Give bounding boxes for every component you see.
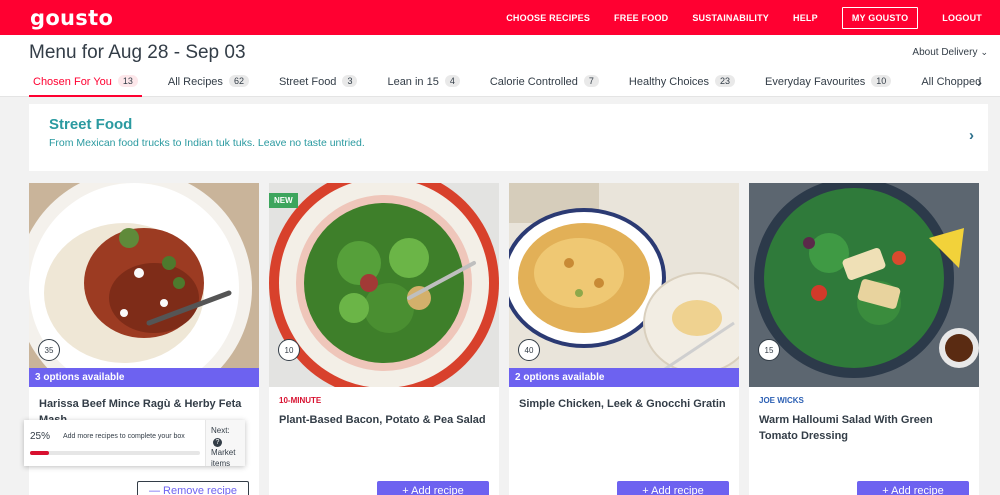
progress-fill [30,451,50,455]
banner-title: Street Food [49,116,133,133]
cook-time-icon: 35 [38,339,60,361]
tab-count-badge: 4 [444,75,460,87]
tab-count-badge: 10 [871,75,892,87]
recipe-tag: JOE WICKS [759,396,804,405]
new-badge: NEW [269,193,298,208]
page-title: Menu for Aug 28 - Sep 03 [29,42,246,63]
tab-count-badge: 13 [117,75,138,87]
recipe-image[interactable]: NEW 10 [269,183,499,387]
chevron-down-icon: ⌄ [980,47,988,57]
recipe-image[interactable]: 15 [749,183,979,387]
next-label: Next: [211,426,230,435]
minus-icon: — [148,485,164,495]
box-progress-widget[interactable]: 25% Add more recipes to complete your bo… [24,420,245,468]
tab-healthy-choices[interactable]: Healthy Choices 23 [625,73,739,97]
add-recipe-button[interactable]: + Add recipe [857,481,969,495]
tab-label: Chosen For You [33,76,112,88]
progress-percent: 25% [30,431,51,442]
tab-lean-in-15[interactable]: Lean in 15 4 [383,73,463,97]
nav-choose-recipes[interactable]: CHOOSE RECIPES [506,13,590,23]
next-market-items-button[interactable]: Next:? Market items [205,420,245,468]
recipe-image[interactable]: 35 3 options available [29,183,259,387]
recipe-title[interactable]: Simple Chicken, Leek & Gnocchi Gratin [519,396,731,412]
add-recipe-button[interactable]: + Add recipe [617,481,729,495]
top-nav: gousto CHOOSE RECIPES FREE FOOD SUSTAINA… [0,0,1000,35]
recipe-card[interactable]: NEW 10 10-MINUTE Plant-Based Bacon, Pota… [269,183,499,495]
tab-count-badge: 7 [583,75,599,87]
street-food-banner[interactable]: Street Food From Mexican food trucks to … [29,104,988,171]
remove-recipe-button[interactable]: — Remove recipe [137,481,249,495]
add-recipe-label: Add recipe [411,485,464,495]
gousto-logo[interactable]: gousto [30,6,113,30]
tab-street-food[interactable]: Street Food 3 [275,73,362,97]
tab-label: Everyday Favourites [765,76,866,88]
plus-icon: + [402,485,412,495]
tab-label: Calorie Controlled [489,76,578,88]
tab-label: Healthy Choices [628,76,710,88]
tabs-scroll-right-icon[interactable]: › [977,74,982,90]
banner-subtitle: From Mexican food trucks to Indian tuk t… [49,137,365,149]
category-tabs: Chosen For You 13 All Recipes 62 Street … [29,73,985,97]
recipe-title[interactable]: Plant-Based Bacon, Potato & Pea Salad [279,412,491,428]
tab-chosen-for-you[interactable]: Chosen For You 13 [29,73,142,97]
recipe-card[interactable]: 40 2 options available Simple Chicken, L… [509,183,739,495]
menu-header: Menu for Aug 28 - Sep 03 About Delivery ⌄… [0,35,1000,97]
cook-time-icon: 15 [758,339,780,361]
options-available-bar[interactable]: 3 options available [29,368,259,387]
recipe-tag: 10-MINUTE [279,396,322,405]
tab-all-recipes[interactable]: All Recipes 62 [164,73,253,97]
progress-message: Add more recipes to complete your box [63,433,185,440]
tab-count-badge: 3 [342,75,358,87]
cook-time-icon: 10 [278,339,300,361]
logout-link[interactable]: LOGOUT [942,13,982,23]
help-icon[interactable]: ? [213,438,222,447]
remove-recipe-label: Remove recipe [163,485,238,495]
options-available-bar[interactable]: 2 options available [509,368,739,387]
cook-time-icon: 40 [518,339,540,361]
nav-sustainability[interactable]: SUSTAINABILITY [692,13,769,23]
add-recipe-button[interactable]: + Add recipe [377,481,489,495]
my-gousto-button[interactable]: MY GOUSTO [841,6,919,29]
tab-label: Lean in 15 [387,76,439,88]
tab-label: All Recipes [167,76,223,88]
add-recipe-label: Add recipe [891,485,944,495]
progress-track [30,451,200,455]
about-delivery-label: About Delivery [912,47,978,58]
plus-icon: + [882,485,892,495]
nav-help[interactable]: HELP [793,13,818,23]
recipe-title[interactable]: Warm Halloumi Salad With Green Tomato Dr… [759,412,971,444]
next-text: Market items [211,448,236,468]
about-delivery-dropdown[interactable]: About Delivery ⌄ [912,47,988,58]
nav-free-food[interactable]: FREE FOOD [614,13,668,23]
tab-calorie-controlled[interactable]: Calorie Controlled 7 [486,73,603,97]
tab-count-badge: 23 [715,75,736,87]
add-recipe-label: Add recipe [651,485,704,495]
tab-count-badge: 62 [228,75,249,87]
nav-links: CHOOSE RECIPES FREE FOOD SUSTAINABILITY … [482,0,982,35]
plus-icon: + [642,485,652,495]
tab-label: Street Food [278,76,337,88]
tab-all-chopped[interactable]: All Chopped [917,73,985,97]
recipe-card[interactable]: 15 JOE WICKS Warm Halloumi Salad With Gr… [749,183,979,495]
tab-everyday-favourites[interactable]: Everyday Favourites 10 [761,73,895,97]
tab-label: All Chopped [921,76,982,88]
recipe-image[interactable]: 40 2 options available [509,183,739,387]
chevron-right-icon: › [969,127,974,144]
